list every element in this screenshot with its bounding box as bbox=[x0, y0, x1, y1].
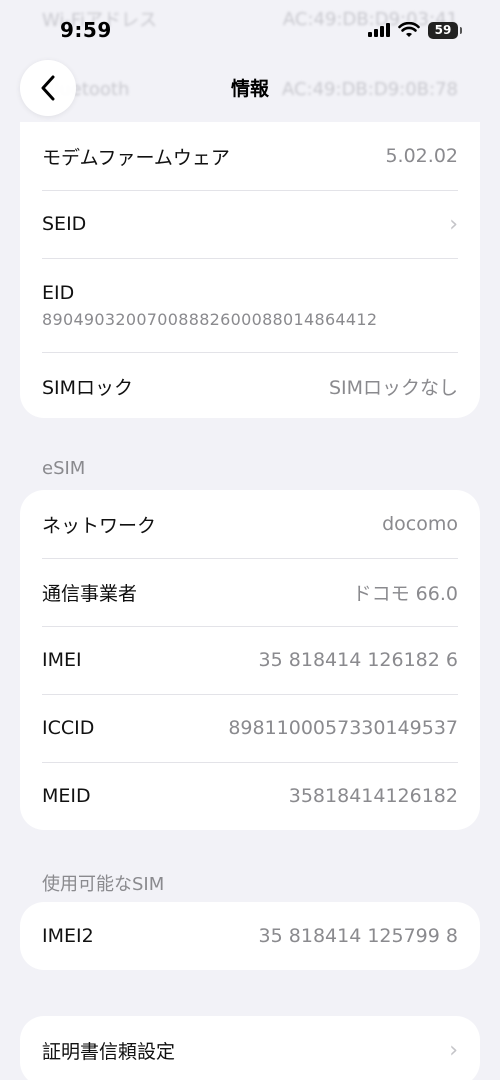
wifi-icon bbox=[398, 22, 420, 37]
esim-card: ネットワーク docomo 通信事業者 ドコモ 66.0 IMEI 35 818… bbox=[20, 490, 480, 830]
row-seid[interactable]: SEID › bbox=[20, 190, 480, 258]
certificate-card: 証明書信頼設定 › bbox=[20, 1016, 480, 1080]
row-certificate-trust-settings[interactable]: 証明書信頼設定 › bbox=[20, 1016, 480, 1080]
status-icons: 59 bbox=[368, 21, 462, 39]
row-value: SIMロックなし bbox=[328, 376, 458, 399]
row-label: IMEI bbox=[42, 649, 82, 671]
row-label: SIMロック bbox=[42, 376, 134, 399]
row-imei2: IMEI2 35 818414 125799 8 bbox=[20, 902, 480, 970]
row-carrier: 通信事業者 ドコモ 66.0 bbox=[20, 558, 480, 626]
row-meid: MEID 35818414126182 bbox=[20, 762, 480, 830]
status-time: 9:59 bbox=[60, 18, 112, 42]
row-label: モデムファームウェア bbox=[42, 146, 230, 169]
screen: Wi-Fiアドレス AC:49:DB:D9:03:41 Bluetooth AC… bbox=[0, 0, 500, 1080]
row-value: 8981100057330149537 bbox=[228, 717, 458, 739]
row-label: ICCID bbox=[42, 717, 95, 739]
row-label: ネットワーク bbox=[42, 514, 157, 537]
row-value: 35 818414 125799 8 bbox=[258, 925, 458, 947]
row-iccid: ICCID 8981100057330149537 bbox=[20, 694, 480, 762]
signal-icon bbox=[368, 23, 390, 37]
row-label: 通信事業者 bbox=[42, 582, 138, 605]
section-header-esim: eSIM bbox=[42, 458, 86, 479]
section-header-available-sim: 使用可能なSIM bbox=[42, 874, 165, 895]
status-bar: 9:59 59 bbox=[0, 0, 500, 60]
row-eid: EID 89049032007008882600088014864412 bbox=[20, 258, 480, 352]
row-value: 35818414126182 bbox=[288, 785, 458, 807]
row-value: 5.02.02 bbox=[385, 145, 458, 167]
row-value: docomo bbox=[382, 513, 458, 535]
chevron-right-icon: › bbox=[449, 211, 458, 237]
row-value: 35 818414 126182 6 bbox=[258, 649, 458, 671]
row-sim-lock: SIMロック SIMロックなし bbox=[20, 352, 480, 418]
row-value: 89049032007008882600088014864412 bbox=[42, 309, 378, 329]
row-modem-firmware: モデムファームウェア 5.02.02 bbox=[20, 122, 480, 190]
info-card: モデムファームウェア 5.02.02 SEID › EID 8904903200… bbox=[20, 122, 480, 418]
row-label: IMEI2 bbox=[42, 925, 94, 947]
chevron-left-icon bbox=[41, 75, 55, 101]
row-label: SEID bbox=[42, 213, 87, 235]
available-sim-card: IMEI2 35 818414 125799 8 bbox=[20, 902, 480, 970]
row-value: ドコモ 66.0 bbox=[352, 582, 458, 605]
row-label: EID bbox=[42, 281, 75, 304]
row-network: ネットワーク docomo bbox=[20, 490, 480, 558]
row-label: 証明書信頼設定 bbox=[42, 1040, 176, 1063]
back-button[interactable] bbox=[20, 60, 76, 116]
battery-icon: 59 bbox=[428, 21, 462, 39]
row-label: MEID bbox=[42, 785, 91, 807]
battery-level: 59 bbox=[434, 23, 452, 37]
row-imei: IMEI 35 818414 126182 6 bbox=[20, 626, 480, 694]
chevron-right-icon: › bbox=[449, 1037, 458, 1063]
